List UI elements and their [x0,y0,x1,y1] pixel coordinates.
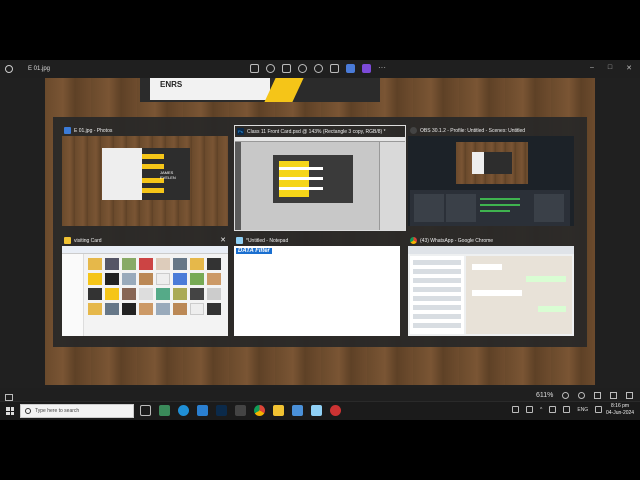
window-header: E 01.jpg - Photos [62,125,228,136]
window-title: OBS 30.1.2 - Profile: Untitled - Scenes:… [420,127,526,134]
print-icon[interactable] [330,64,339,73]
windows-taskbar: ^ ENG 8:16 pm 04-Jun-2024 [0,401,640,420]
window-header: OBS 30.1.2 - Profile: Untitled - Scenes:… [408,125,574,136]
delete-icon[interactable] [282,64,291,73]
zoom-in-icon[interactable] [578,392,586,399]
taskbar-apps [140,405,341,416]
desktop-screen: E 01.jpg ··· – □ ✕ ENRS E 01.jpg - Photo… [0,60,640,420]
window-title: visiting Card [74,237,102,244]
search-icon [25,408,31,414]
actual-size-icon[interactable] [610,392,618,399]
business-card-image: ENRS [140,78,380,102]
search-input[interactable] [35,406,131,416]
window-header: (43) WhatsApp - Google Chrome [408,235,574,246]
minimize-button[interactable]: – [590,64,594,72]
zoom-controls: 611% [536,392,634,399]
close-icon[interactable]: ✕ [220,237,226,244]
file-thumbnails [88,258,226,315]
obs-icon [410,127,417,134]
notepad-text: DATA Filter [236,248,272,254]
window-thumbnail [62,246,228,336]
task-window-explorer[interactable]: visiting Card ✕ [62,235,228,336]
window-controls: – □ ✕ [590,64,632,72]
window-header: visiting Card ✕ [62,235,228,246]
window-header: Ps Class 11 Front Card.psd @ 143% (Recta… [235,126,405,137]
edge-icon[interactable] [178,405,189,416]
close-button[interactable]: ✕ [626,64,632,72]
photos-icon [64,127,71,134]
chrome-icon [410,237,417,244]
taskbar-search[interactable] [20,404,134,418]
battery-icon[interactable] [549,406,557,413]
chrome-taskbar-icon[interactable] [254,405,265,416]
task-window-chrome[interactable]: (43) WhatsApp - Google Chrome [408,235,574,336]
photos-app-icon [5,65,13,73]
obs-taskbar-icon[interactable] [330,405,341,416]
folder-icon [64,237,71,244]
photoshop-taskbar-icon[interactable] [216,405,227,416]
system-tray: ^ ENG [512,406,603,413]
favorite-icon[interactable] [298,64,307,73]
info-icon[interactable] [314,64,323,73]
window-thumbnail: JAMES EVELEN [62,136,228,226]
clock-time: 8:16 pm [611,403,630,409]
task-view-icon[interactable] [140,405,151,416]
task-window-photos[interactable]: E 01.jpg - Photos JAMES EVELEN [62,125,228,226]
fit-to-window-icon[interactable] [594,392,602,399]
window-title: E 01.jpg - Photos [74,127,113,134]
chat-icon[interactable] [512,406,519,413]
zoom-out-icon[interactable] [562,392,570,399]
photos-window-title: E 01.jpg [28,66,51,72]
card-name-text: JAMES EVELEN [160,170,176,180]
window-thumbnail [408,246,574,336]
window-thumbnail [408,136,574,226]
window-title: *Untitled - Notepad [246,237,289,244]
filmstrip-icon[interactable] [5,394,13,401]
task-view-switcher: E 01.jpg - Photos JAMES EVELEN Ps Class … [53,117,587,347]
notepad-taskbar-icon[interactable] [311,405,322,416]
task-window-notepad[interactable]: *Untitled - Notepad DATA Filter [234,235,400,336]
edit-image-icon[interactable] [250,64,259,73]
photos-title-bar: E 01.jpg ··· – □ ✕ [0,60,640,78]
photoshop-icon: Ps [237,128,244,135]
window-header: *Untitled - Notepad [234,235,400,246]
notepad-icon [236,237,243,244]
fullscreen-icon[interactable] [626,392,634,399]
cloud-icon[interactable] [346,64,355,73]
rotate-icon[interactable] [266,64,275,73]
taskbar-clock[interactable]: 8:16 pm 04-Jun-2024 [606,403,634,417]
language-indicator[interactable]: ENG [577,407,588,413]
window-title: Class 11 Front Card.psd @ 143% (Rectangl… [247,128,386,135]
window-thumbnail [235,137,405,230]
outlook-icon[interactable] [197,405,208,416]
app-tray-icon[interactable] [526,406,533,413]
window-title: (43) WhatsApp - Google Chrome [420,237,494,244]
more-options-icon[interactable]: ··· [378,64,386,73]
show-hidden-icon[interactable]: ^ [540,407,542,413]
file-explorer-icon[interactable] [273,405,284,416]
store-icon[interactable] [159,405,170,416]
maximize-button[interactable]: □ [608,64,612,72]
clock-date: 04-Jun-2024 [606,410,635,416]
designer-icon[interactable] [362,64,371,73]
window-thumbnail: DATA Filter [234,246,400,336]
photos-toolbar: ··· [250,64,386,73]
wifi-icon[interactable] [595,406,603,413]
card-brand-text: ENRS [160,80,183,89]
start-button[interactable] [6,407,14,415]
volume-icon[interactable] [563,406,571,413]
task-window-photoshop[interactable]: Ps Class 11 Front Card.psd @ 143% (Recta… [234,125,406,231]
zoom-level[interactable]: 611% [536,392,553,399]
photos-taskbar-icon[interactable] [292,405,303,416]
terminal-icon[interactable] [235,405,246,416]
task-window-obs[interactable]: OBS 30.1.2 - Profile: Untitled - Scenes:… [408,125,574,226]
